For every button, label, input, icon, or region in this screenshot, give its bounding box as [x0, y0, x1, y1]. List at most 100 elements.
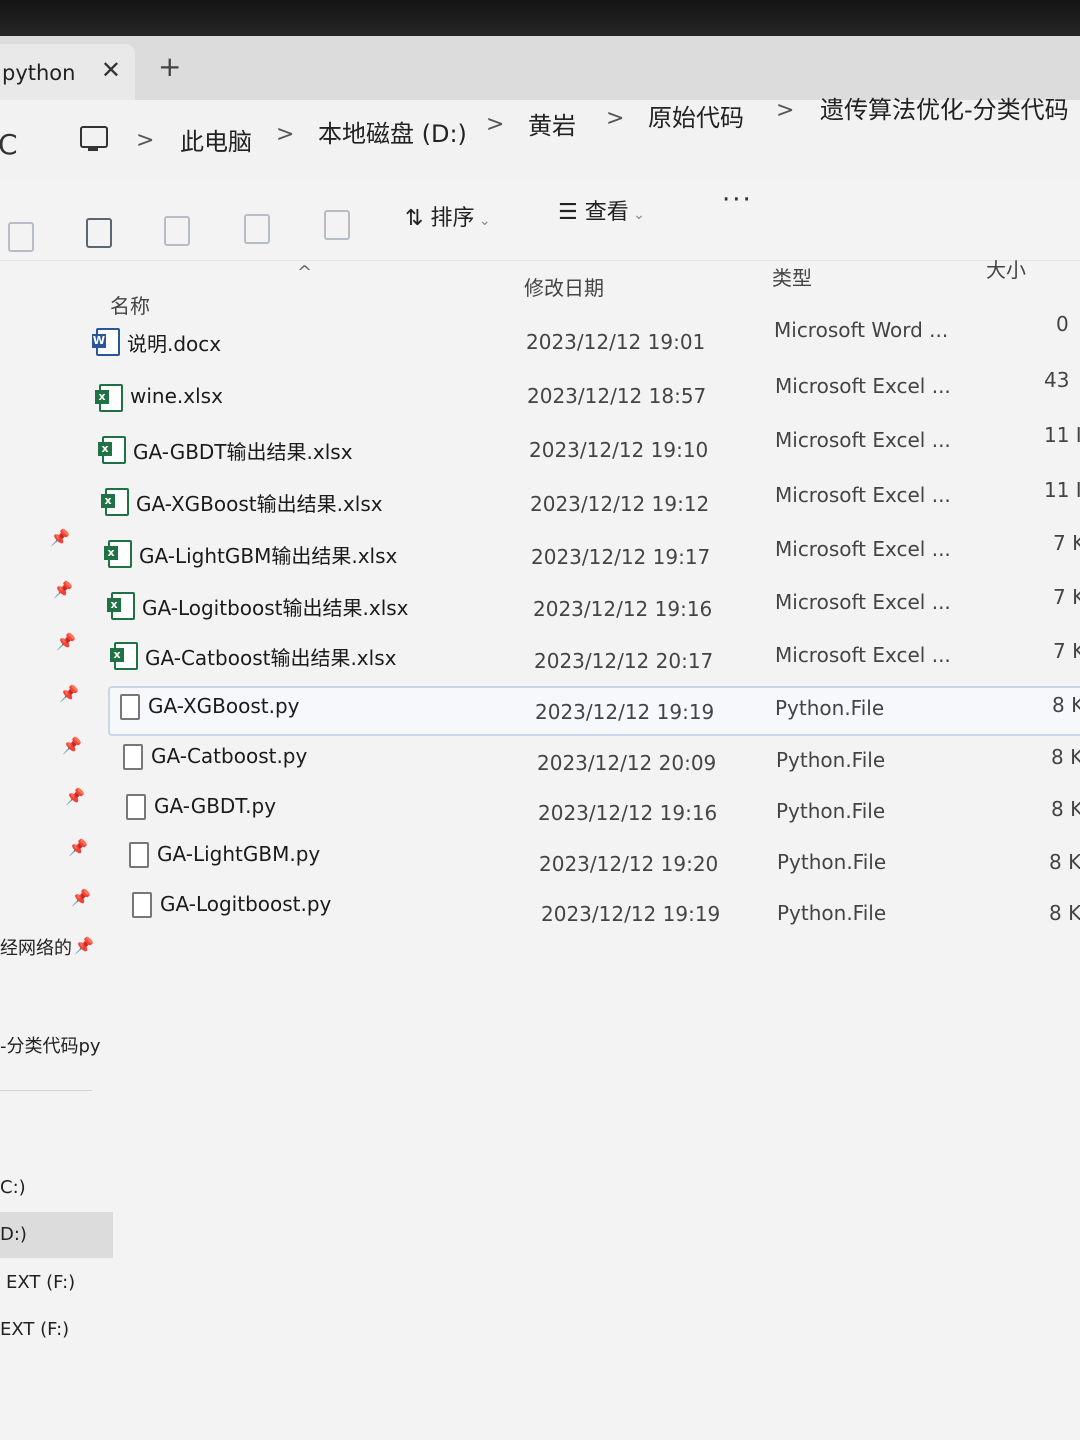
view-label: 查看 [584, 200, 629, 225]
chevron-down-icon: ⌄ [628, 207, 645, 223]
python-file-icon [120, 694, 140, 720]
file-size: 11 I [1044, 478, 1080, 502]
file-size: 8 K [1051, 797, 1080, 821]
tab-title: python [2, 61, 76, 85]
new-tab-button[interactable]: + [158, 50, 181, 83]
pin-icon[interactable]: 📌 [59, 684, 79, 703]
file-size: 8 K [1052, 693, 1080, 717]
pin-icon[interactable]: 📌 [71, 888, 91, 907]
file-name: GA-Logitboost输出结果.xlsx [142, 596, 409, 620]
file-modified-date: 2023/12/12 19:12 [530, 492, 710, 516]
file-size: 7 K [1053, 585, 1080, 609]
file-modified-date: 2023/12/12 20:09 [537, 751, 717, 775]
breadcrumb-local-disk-d[interactable]: 本地磁盘 (D:) [318, 114, 467, 149]
file-name: GA-Catboost.py [151, 744, 308, 768]
pin-icon[interactable]: 📌 [68, 838, 88, 857]
column-header-name[interactable]: 名称 [110, 290, 150, 319]
nav-item-classification-code[interactable]: -分类代码py [0, 1032, 101, 1058]
pin-icon[interactable]: 📌 [65, 787, 85, 806]
file-row[interactable]: GA-Logitboost.py 2023/12/12 19:19 Python.F… [0, 0, 1080, 926]
file-type: Microsoft Word ... [774, 318, 949, 342]
breadcrumb-ga-classification[interactable]: 遗传算法优化-分类代码 [820, 90, 1069, 125]
file-type: Python.File [776, 748, 886, 772]
file-modified-date: 2023/12/12 18:57 [527, 384, 707, 408]
file-type: Python.File [777, 850, 887, 874]
file-size: 8 K [1049, 850, 1080, 874]
nav-drive-ext-2[interactable]: EXT (F:) [0, 1319, 69, 1340]
breadcrumb-huangyan[interactable]: 黄岩 [528, 106, 576, 141]
list-view-icon: ☰ [558, 200, 585, 225]
file-modified-date: 2023/12/12 19:19 [541, 902, 721, 926]
nav-drive-c[interactable]: C:) [0, 1177, 26, 1198]
pin-icon[interactable]: 📌 [50, 528, 70, 547]
chevron-right-icon[interactable]: > [486, 112, 504, 137]
file-type: Python.File [777, 901, 887, 925]
this-pc-icon[interactable] [80, 126, 108, 151]
file-type: Microsoft Excel ... [775, 374, 951, 398]
file-modified-date: 2023/12/12 19:01 [526, 330, 706, 354]
file-size: 43 [1044, 368, 1070, 392]
file-name: wine.xlsx [130, 384, 223, 408]
more-options-button[interactable]: ··· [722, 185, 753, 215]
file-size: 7 K [1053, 639, 1080, 663]
pin-icon[interactable]: 📌 [56, 632, 76, 651]
view-button[interactable]: ☰ 查看 ⌄ [558, 194, 645, 226]
python-file-icon [129, 842, 149, 868]
chevron-right-icon[interactable]: > [136, 128, 154, 153]
chevron-right-icon[interactable]: > [606, 106, 624, 131]
sort-arrows-icon: ⇅ [405, 206, 431, 231]
file-modified-date: 2023/12/12 19:17 [531, 545, 711, 569]
nav-item-neural-network[interactable]: 经网络的 [0, 934, 72, 960]
python-file-icon [126, 794, 146, 820]
file-name: GA-GBDT输出结果.xlsx [133, 440, 353, 464]
excel-file-icon [95, 384, 123, 412]
file-modified-date: 2023/12/12 19:16 [533, 597, 713, 621]
file-modified-date: 2023/12/12 20:17 [534, 649, 714, 673]
file-size: 0 [1056, 312, 1069, 336]
column-header-type[interactable]: 类型 [772, 262, 812, 291]
pin-icon[interactable]: 📌 [74, 936, 94, 955]
file-type: Microsoft Excel ... [775, 428, 951, 452]
file-size: 11 I [1044, 423, 1080, 447]
file-type: Microsoft Excel ... [775, 483, 951, 507]
sort-label: 排序 [430, 206, 475, 231]
file-type: Microsoft Excel ... [775, 590, 951, 614]
file-name: GA-XGBoost输出结果.xlsx [136, 492, 383, 516]
pin-icon[interactable]: 📌 [62, 736, 82, 755]
refresh-icon[interactable]: C [0, 128, 18, 161]
file-type: Python.File [775, 696, 885, 720]
breadcrumb-this-pc[interactable]: 此电脑 [180, 122, 252, 157]
file-name: GA-LightGBM.py [157, 842, 321, 866]
chevron-right-icon[interactable]: > [776, 98, 794, 123]
tab-python[interactable]: python ✕ [0, 44, 135, 102]
file-name: 说明.docx [127, 332, 222, 356]
column-header-size[interactable]: 大小 [986, 254, 1026, 283]
column-header-date[interactable]: 修改日期 [524, 272, 604, 301]
file-modified-date: 2023/12/12 19:16 [538, 801, 718, 825]
word-file-icon [92, 328, 120, 356]
file-size: 7 K [1053, 531, 1080, 555]
file-modified-date: 2023/12/12 19:10 [529, 438, 709, 462]
excel-file-icon [110, 642, 138, 670]
chevron-down-icon: ⌄ [474, 213, 491, 229]
nav-drive-ext-1[interactable]: EXT (F:) [6, 1272, 75, 1293]
file-name: GA-Catboost输出结果.xlsx [145, 646, 397, 670]
nav-drive-d[interactable]: D:) [0, 1224, 27, 1245]
excel-file-icon [101, 488, 129, 516]
file-type: Microsoft Excel ... [775, 537, 951, 561]
nav-divider [0, 1090, 92, 1091]
file-name: GA-Logitboost.py [160, 892, 332, 916]
excel-file-icon [104, 540, 132, 568]
rename-icon[interactable] [164, 216, 190, 246]
copy-icon[interactable] [8, 222, 34, 252]
delete-icon[interactable] [324, 210, 350, 240]
breadcrumb-original-code[interactable]: 原始代码 [648, 98, 744, 133]
share-icon[interactable] [244, 214, 270, 244]
file-name: GA-LightGBM输出结果.xlsx [139, 544, 398, 568]
paste-icon[interactable] [86, 218, 112, 248]
chevron-right-icon[interactable]: > [276, 122, 294, 147]
close-icon[interactable]: ✕ [101, 56, 121, 84]
sort-button[interactable]: ⇅ 排序 ⌄ [405, 200, 491, 232]
excel-file-icon [98, 436, 126, 464]
pin-icon[interactable]: 📌 [53, 580, 73, 599]
